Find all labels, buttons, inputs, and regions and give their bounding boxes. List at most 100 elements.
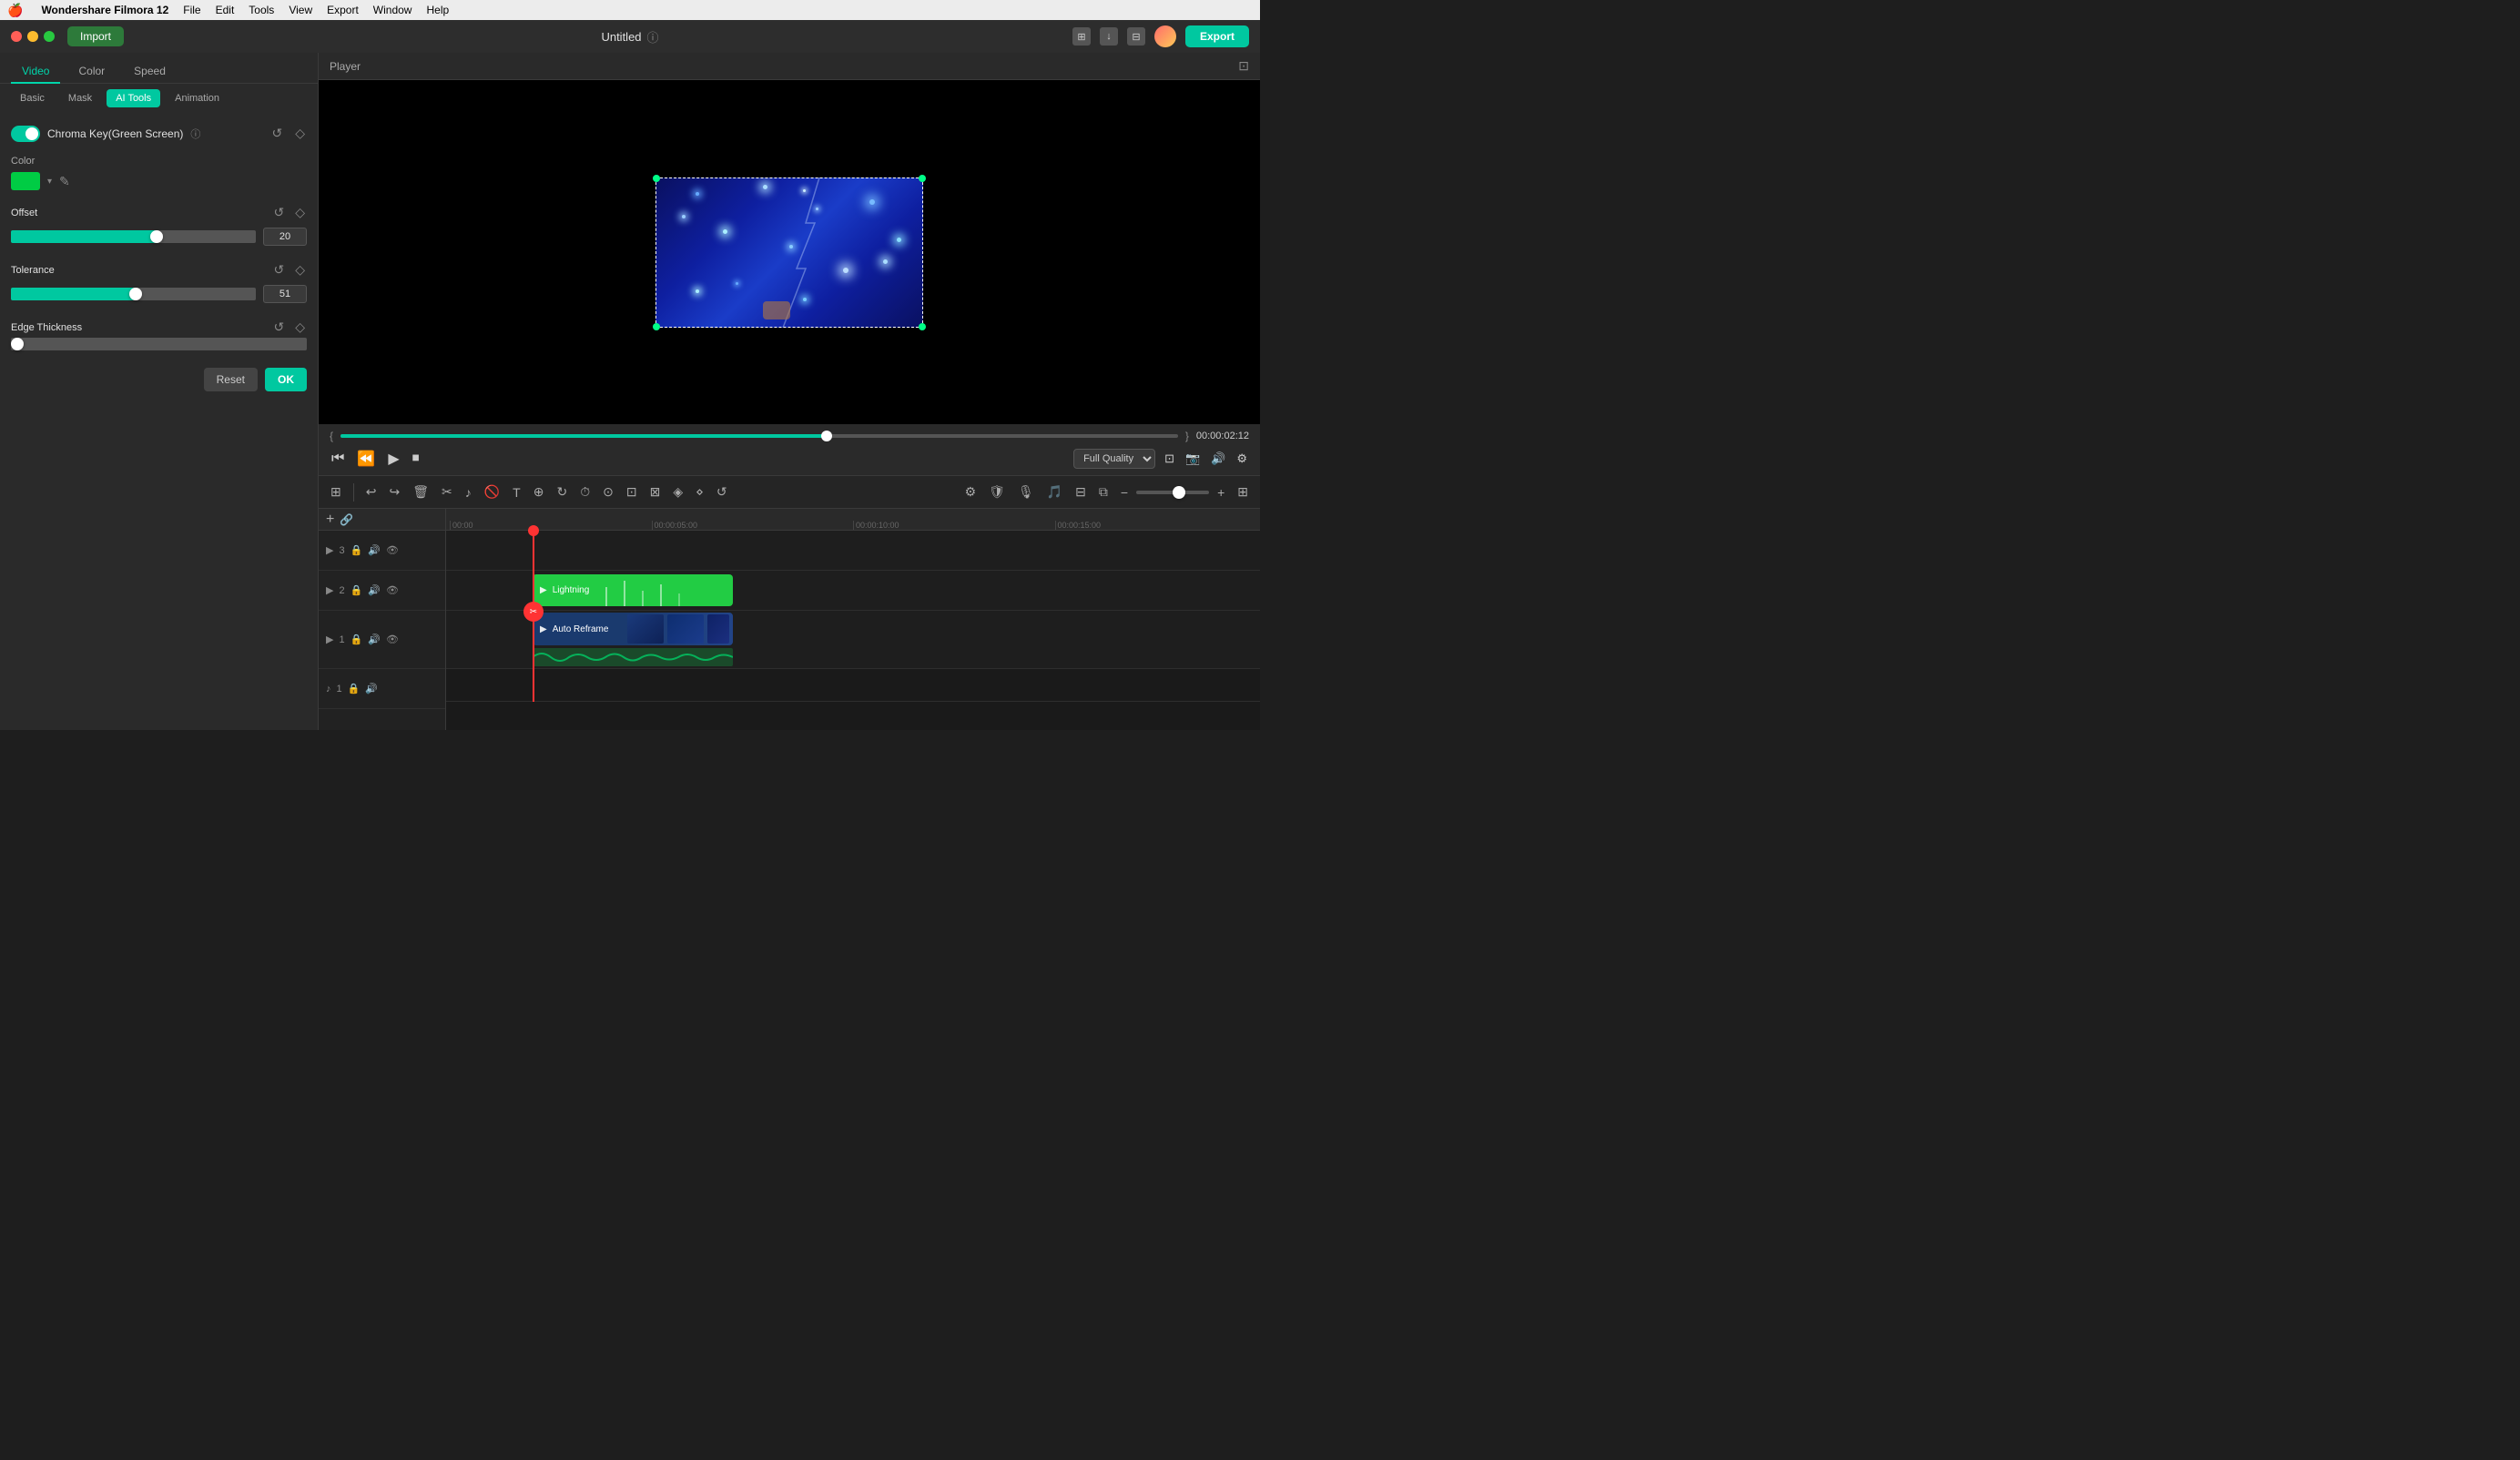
out-point-icon[interactable]: } [1185,430,1189,442]
audio-icon[interactable]: 🔊 [1209,450,1227,468]
tl-stabilize-btn[interactable]: ⊙ [598,482,618,502]
tl-layer-icon[interactable]: ⧉ [1094,482,1113,502]
eyedropper-button[interactable]: ✎ [59,174,70,189]
menu-edit[interactable]: Edit [216,4,235,16]
skip-back-button[interactable]: ⏮ [330,449,346,469]
tolerance-value[interactable]: 51 [263,285,307,303]
tl-ai-btn[interactable]: ⊡ [622,482,642,502]
snapshot-icon[interactable]: 📷 [1184,450,1202,468]
tl-crop-btn[interactable]: ⊕ [529,482,549,502]
in-point-icon[interactable]: { [330,430,333,442]
track-2-vis-icon[interactable]: 👁 [386,584,399,596]
tl-keyframe-btn[interactable]: ⋄ [691,482,708,502]
edge-thickness-keyframe-icon[interactable]: ◇ [293,318,307,337]
stop-button[interactable]: ⏹ [411,449,422,469]
subtab-animation[interactable]: Animation [166,89,229,107]
track-3-mute-icon[interactable]: 🔊 [368,544,381,556]
timeline-tracks[interactable]: 00:00 00:00:05:00 00:00:10:00 00:00:15:0… [446,509,1260,730]
progress-bar[interactable] [340,434,1178,438]
chroma-key-toggle[interactable] [11,126,40,142]
track-2-mute-icon[interactable]: 🔊 [368,584,381,596]
tl-settings-icon[interactable]: ⚙ [960,482,981,502]
tl-audio-btn[interactable]: ♪ [461,482,476,502]
track-3-row[interactable] [446,531,1260,571]
import-button[interactable]: Import [67,26,124,46]
tl-mute-btn[interactable]: 🚫 [480,482,504,502]
reset-button[interactable]: Reset [204,368,258,391]
progress-thumb[interactable] [821,431,832,441]
tl-grid-btn[interactable]: ⊞ [326,482,346,502]
tl-extra-btn[interactable]: ↺ [712,482,732,502]
tl-shield-icon[interactable]: 🛡 [984,482,1010,502]
fullscreen-icon[interactable]: ⊡ [1163,450,1176,468]
tolerance-slider[interactable] [11,292,256,296]
menu-view[interactable]: View [289,4,312,16]
layout-icon[interactable]: ⊞ [1072,27,1091,46]
chroma-key-reset-icon[interactable]: ↺ [269,124,284,143]
minimize-button[interactable] [27,31,38,42]
tl-filter-icon[interactable]: ⊟ [1071,482,1091,502]
track-2-row[interactable]: ▶ Lightning [446,571,1260,611]
tl-layout-btn[interactable]: ⊞ [1233,482,1253,502]
avatar[interactable] [1154,25,1176,47]
expand-icon[interactable]: ⊡ [1238,58,1249,74]
chroma-key-info-icon[interactable]: ⓘ [190,127,200,141]
edge-thickness-reset-icon[interactable]: ↺ [271,318,286,337]
tl-delete-btn[interactable]: 🗑 [408,482,433,502]
tolerance-reset-icon[interactable]: ↺ [271,260,286,279]
tab-color[interactable]: Color [67,60,116,84]
chroma-key-keyframe-icon[interactable]: ◇ [293,124,307,143]
menu-file[interactable]: File [183,4,200,16]
tolerance-keyframe-icon[interactable]: ◇ [293,260,307,279]
menu-tools[interactable]: Tools [249,4,274,16]
offset-keyframe-icon[interactable]: ◇ [293,203,307,222]
zoom-slider[interactable] [1136,491,1209,494]
audio-track-1-row[interactable] [446,669,1260,702]
ok-button[interactable]: OK [265,368,307,391]
project-info-icon[interactable]: ⓘ [647,28,659,46]
track-2-lock-icon[interactable]: 🔒 [351,584,363,596]
track-1-mute-icon[interactable]: 🔊 [368,634,381,645]
track-1-vis-icon[interactable]: 👁 [386,634,399,645]
app-name[interactable]: Wondershare Filmora 12 [41,4,168,16]
tl-undo-btn[interactable]: ↩ [361,482,381,502]
step-back-button[interactable]: ⏪ [355,448,377,470]
menu-export[interactable]: Export [327,4,359,16]
settings-icon[interactable]: ⚙ [1235,450,1249,468]
maximize-button[interactable] [44,31,55,42]
tl-mic-icon[interactable]: 🎙 [1013,482,1039,502]
tl-minus-zoom-btn[interactable]: − [1116,482,1133,502]
tl-rotate-btn[interactable]: ↻ [552,482,572,502]
autoreframe-clip[interactable]: ▶ Auto Reframe [533,613,733,645]
lightning-clip[interactable]: ▶ Lightning [533,574,733,606]
offset-reset-icon[interactable]: ↺ [271,203,286,222]
tl-redo-btn[interactable]: ↪ [384,482,404,502]
close-button[interactable] [11,31,22,42]
menu-help[interactable]: Help [426,4,449,16]
grid-icon[interactable]: ⊟ [1127,27,1145,46]
edge-thickness-slider[interactable] [11,342,307,346]
tl-cut-btn[interactable]: ✂ [437,482,457,502]
offset-value[interactable]: 20 [263,228,307,246]
audio-waveform[interactable] [533,648,733,666]
tl-music-icon[interactable]: 🎵 [1042,482,1067,502]
scissors-marker[interactable]: ✂ [523,602,544,622]
tl-plus-zoom-btn[interactable]: + [1213,482,1229,502]
offset-slider[interactable] [11,235,256,238]
export-button[interactable]: Export [1185,25,1249,47]
menu-window[interactable]: Window [373,4,412,16]
tl-text-btn[interactable]: T [508,482,525,502]
color-swatch[interactable] [11,172,40,190]
tl-motion-btn[interactable]: ◈ [668,482,687,502]
track-3-vis-icon[interactable]: 👁 [386,544,399,556]
add-track-button[interactable]: + [326,512,334,528]
playhead[interactable]: ✂ [533,531,534,702]
subtab-basic[interactable]: Basic [11,89,54,107]
quality-selector[interactable]: Full Quality 1/2 Quality 1/4 Quality [1073,449,1155,469]
tab-video[interactable]: Video [11,60,60,84]
subtab-aitools[interactable]: AI Tools [107,89,160,107]
subtab-mask[interactable]: Mask [59,89,101,107]
audio-1-lock-icon[interactable]: 🔒 [348,683,361,695]
track-1-row[interactable]: ▶ Auto Reframe [446,611,1260,669]
audio-1-mute-icon[interactable]: 🔊 [365,683,378,695]
